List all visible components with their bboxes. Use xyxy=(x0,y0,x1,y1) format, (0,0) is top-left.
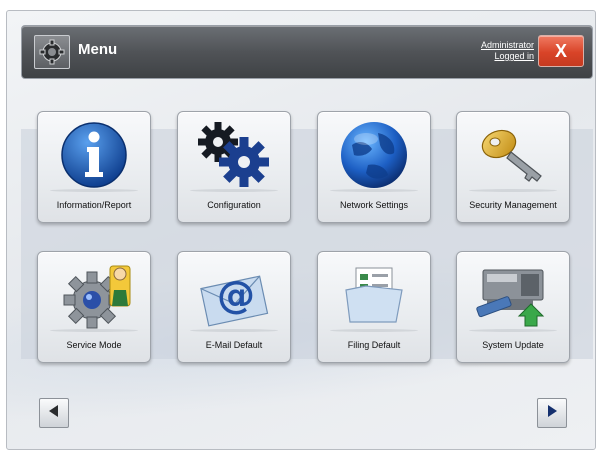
globe-icon xyxy=(318,116,430,194)
tile-shelf xyxy=(469,189,557,192)
tile-shelf xyxy=(330,189,418,192)
menu-gear-icon xyxy=(34,35,70,69)
triangle-left-icon xyxy=(49,404,59,422)
tile-email-default[interactable]: @ E-Mail Default xyxy=(177,251,291,363)
tile-filing-default[interactable]: Filing Default xyxy=(317,251,431,363)
next-page-button[interactable] xyxy=(537,398,567,428)
tile-shelf xyxy=(50,329,138,332)
tile-shelf xyxy=(190,189,278,192)
tile-label: Filing Default xyxy=(347,340,401,350)
tile-label: Configuration xyxy=(207,200,261,210)
tile-shelf xyxy=(50,189,138,192)
tile-shelf xyxy=(469,329,557,332)
device-update-icon xyxy=(457,256,569,334)
folder-files-icon xyxy=(318,256,430,334)
tile-label: System Update xyxy=(482,340,544,350)
user-status-link[interactable]: Administrator Logged in xyxy=(481,40,534,62)
key-icon xyxy=(457,116,569,194)
triangle-right-icon xyxy=(547,404,557,422)
title-bar: Menu Administrator Logged in X xyxy=(21,25,593,79)
tile-security-management[interactable]: Security Management xyxy=(456,111,570,223)
tile-network-settings[interactable]: Network Settings xyxy=(317,111,431,223)
tile-shelf xyxy=(330,329,418,332)
tile-label: Network Settings xyxy=(339,200,409,210)
gears-icon xyxy=(178,116,290,194)
login-status: Logged in xyxy=(494,51,534,61)
tile-label: Security Management xyxy=(469,200,557,210)
app-window: Menu Administrator Logged in X Informati… xyxy=(6,10,596,450)
tile-configuration[interactable]: Configuration xyxy=(177,111,291,223)
close-button[interactable]: X xyxy=(538,35,584,67)
page-title: Menu xyxy=(78,41,118,58)
email-at-icon: @ xyxy=(178,256,290,334)
tile-service-mode[interactable]: Service Mode xyxy=(37,251,151,363)
info-icon xyxy=(38,116,150,194)
user-role: Administrator xyxy=(480,40,534,50)
close-icon: X xyxy=(554,40,567,61)
tile-information-report[interactable]: Information/Report xyxy=(37,111,151,223)
tile-system-update[interactable]: System Update xyxy=(456,251,570,363)
svg-text:@: @ xyxy=(217,273,255,317)
tile-shelf xyxy=(190,329,278,332)
previous-page-button[interactable] xyxy=(39,398,69,428)
service-gear-person-icon xyxy=(38,256,150,334)
tile-label: E-Mail Default xyxy=(205,340,263,350)
tile-label: Service Mode xyxy=(66,340,122,350)
tile-label: Information/Report xyxy=(56,200,132,210)
